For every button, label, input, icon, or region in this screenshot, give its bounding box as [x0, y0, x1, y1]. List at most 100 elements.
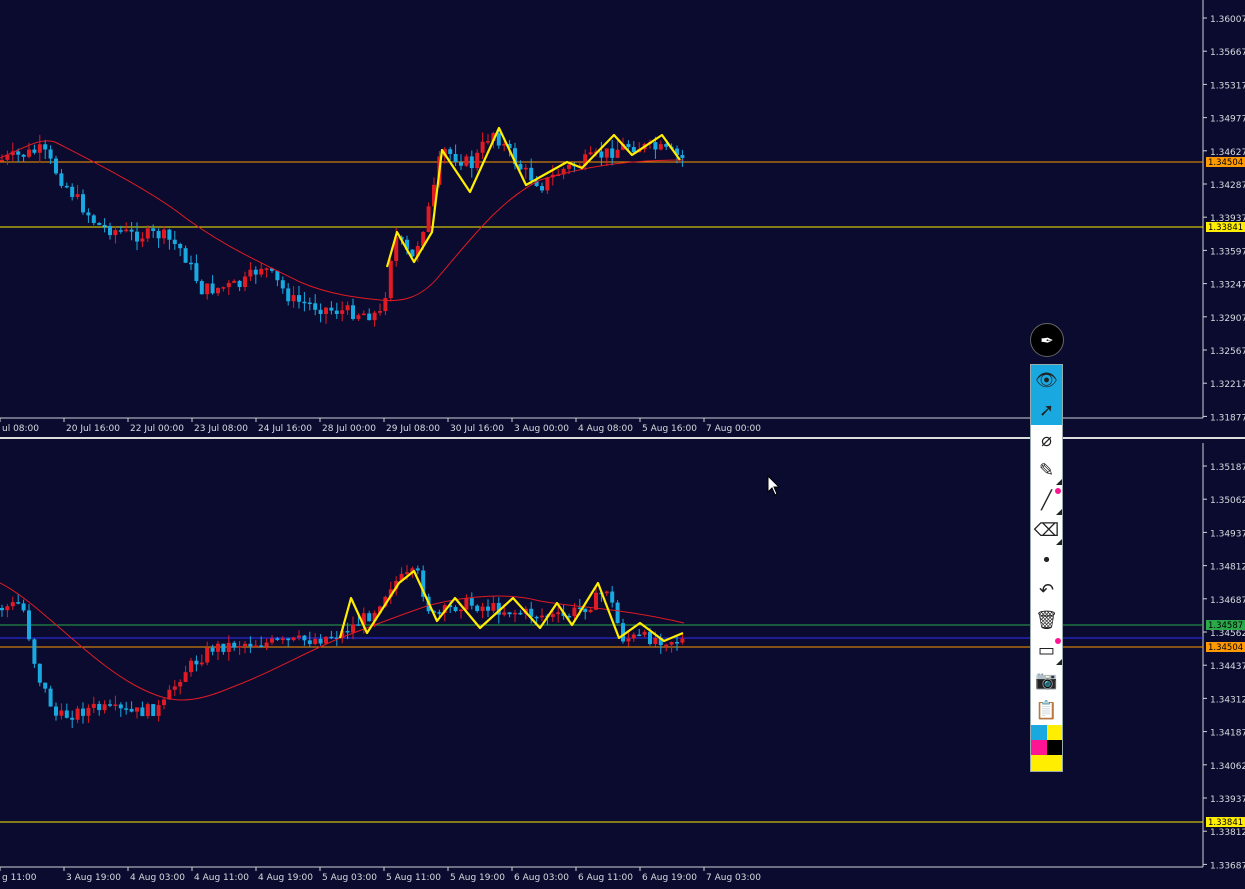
- price-tick-label: 1.34937: [1210, 529, 1245, 539]
- candle-bull: [356, 315, 361, 319]
- candle-bull: [237, 646, 242, 648]
- candle-bull: [550, 614, 555, 618]
- candle-bull: [372, 312, 377, 321]
- highlighter-tool-button[interactable]: ✎: [1031, 455, 1062, 485]
- candle-bear: [37, 663, 42, 683]
- candle-bear: [529, 167, 534, 181]
- time-tick-label: 5 Aug 16:00: [642, 424, 697, 434]
- camera-icon: 📷: [1035, 669, 1058, 691]
- color-swatch[interactable]: [1047, 755, 1062, 771]
- eraser-tool-button[interactable]: ⌫: [1031, 515, 1062, 545]
- trash-tool-button[interactable]: 🗑: [1031, 605, 1062, 635]
- color-swatch[interactable]: [1047, 740, 1062, 755]
- candle-bear: [81, 194, 85, 213]
- candle-bull: [183, 672, 188, 682]
- candle-bull: [653, 637, 658, 644]
- candle-bull: [615, 149, 620, 158]
- compass-tool-button[interactable]: ⌀: [1031, 425, 1062, 455]
- time-tick-label: 5 Aug 19:00: [450, 873, 505, 883]
- candle-bear: [54, 706, 58, 716]
- candle-bear: [367, 613, 372, 622]
- color-swatch[interactable]: [1031, 740, 1047, 755]
- candle-bull: [243, 276, 247, 288]
- candle-bear: [302, 301, 307, 304]
- candles: [0, 564, 685, 729]
- candle-bear: [199, 281, 204, 295]
- price-tick-label: 1.32907: [1210, 314, 1245, 324]
- color-swatch[interactable]: [1047, 725, 1062, 740]
- candle-bear: [583, 608, 588, 613]
- eye-icon: 👁: [1035, 369, 1058, 391]
- candle-bear: [237, 280, 242, 288]
- candle-bull: [59, 710, 64, 716]
- candle-bull: [162, 229, 166, 239]
- candle-bull: [680, 638, 685, 643]
- camera-tool-button[interactable]: 📷: [1031, 665, 1062, 695]
- candle-bear: [129, 708, 134, 712]
- undo-icon: ↶: [1038, 579, 1055, 601]
- candle-bull: [361, 313, 366, 316]
- candle-bull: [264, 268, 269, 270]
- candle-bull: [669, 641, 674, 645]
- candle-bull: [253, 645, 258, 647]
- candle-bear: [286, 638, 291, 641]
- color-swatches: [1031, 725, 1062, 771]
- time-tick-label: 6 Aug 11:00: [578, 873, 633, 883]
- candle-bear: [70, 717, 75, 720]
- candle-bear: [64, 710, 69, 718]
- candle-bear: [302, 635, 307, 641]
- point-tool-button[interactable]: •: [1031, 545, 1062, 575]
- time-tick-label: 20 Jul 16:00: [66, 424, 120, 434]
- candle-bull: [199, 662, 204, 665]
- zigzag-line: [338, 569, 684, 643]
- color-swatch[interactable]: [1031, 755, 1047, 771]
- time-tick-label: 4 Aug 19:00: [258, 873, 313, 883]
- candle-bull: [631, 634, 636, 639]
- price-tick-label: 1.32567: [1210, 347, 1245, 357]
- candle-bull: [588, 609, 593, 613]
- price-tick-label: 1.33937: [1210, 795, 1245, 805]
- line-icon: ╱: [1041, 489, 1052, 511]
- clipboard-tool-button[interactable]: 📋: [1031, 695, 1062, 725]
- candle-bull: [475, 152, 480, 169]
- candle-bear: [108, 225, 112, 236]
- candle-bear: [680, 155, 685, 158]
- price-tick-label: 1.36007: [1210, 15, 1245, 25]
- candle-bear: [48, 149, 53, 159]
- time-tick-label: g 11:00: [2, 873, 37, 883]
- candle-bear: [167, 229, 172, 240]
- time-tick-label: 6 Aug 19:00: [642, 873, 697, 883]
- candle-bull: [642, 631, 647, 635]
- candle-bull: [626, 638, 631, 642]
- time-tick-label: 5 Aug 03:00: [322, 873, 377, 883]
- undo-tool-button[interactable]: ↶: [1031, 575, 1062, 605]
- price-tick-label: 1.35317: [1210, 81, 1245, 91]
- color-swatch[interactable]: [1031, 725, 1047, 740]
- candle-bull: [523, 167, 528, 170]
- candle-bear: [59, 173, 64, 186]
- fountain-pen-button[interactable]: ✒: [1030, 323, 1064, 357]
- eye-tool-button[interactable]: 👁: [1031, 365, 1062, 395]
- arrow-cursor-tool-button[interactable]: ➚: [1031, 395, 1062, 425]
- candle-bull: [459, 609, 463, 612]
- candle-bear: [307, 302, 312, 305]
- candle-bull: [556, 612, 561, 615]
- candle-bull: [5, 606, 10, 611]
- candle-bear: [16, 602, 21, 604]
- candle-bull: [259, 268, 264, 275]
- point-icon: •: [1041, 549, 1052, 571]
- line-tool-button[interactable]: ╱: [1031, 485, 1062, 515]
- candle-bull: [27, 149, 31, 157]
- candle-bear: [259, 645, 264, 647]
- candle-bull: [205, 647, 210, 663]
- time-tick-label: 4 Aug 11:00: [194, 873, 249, 883]
- green-price-marker-label: 1.34587: [1208, 621, 1243, 631]
- candle-bull: [588, 152, 593, 155]
- candle-bear: [151, 228, 156, 232]
- time-tick-label: 4 Aug 08:00: [578, 424, 633, 434]
- candle-bear: [48, 688, 53, 707]
- candle-bear: [151, 704, 156, 716]
- candle-bear: [275, 270, 280, 281]
- monitor-tool-button[interactable]: ▭: [1031, 635, 1062, 665]
- candle-bull: [340, 310, 345, 314]
